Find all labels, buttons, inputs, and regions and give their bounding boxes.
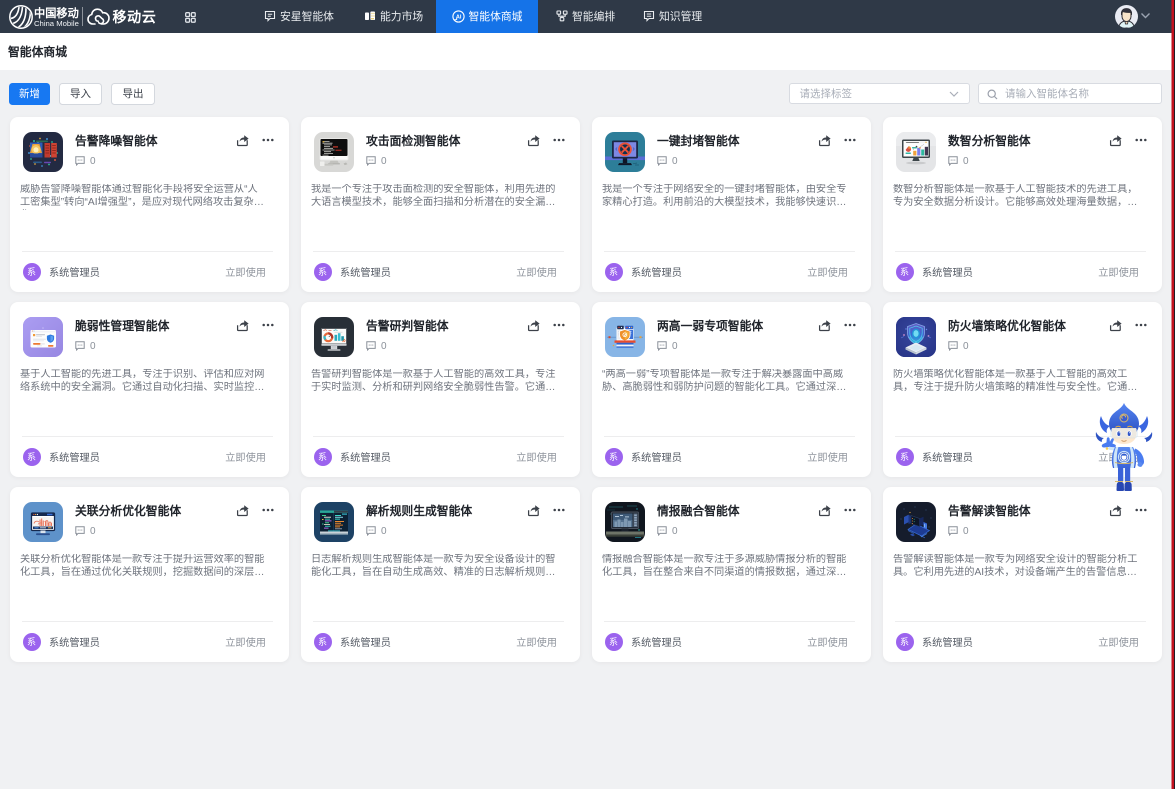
svg-text:AI: AI [455,14,461,20]
